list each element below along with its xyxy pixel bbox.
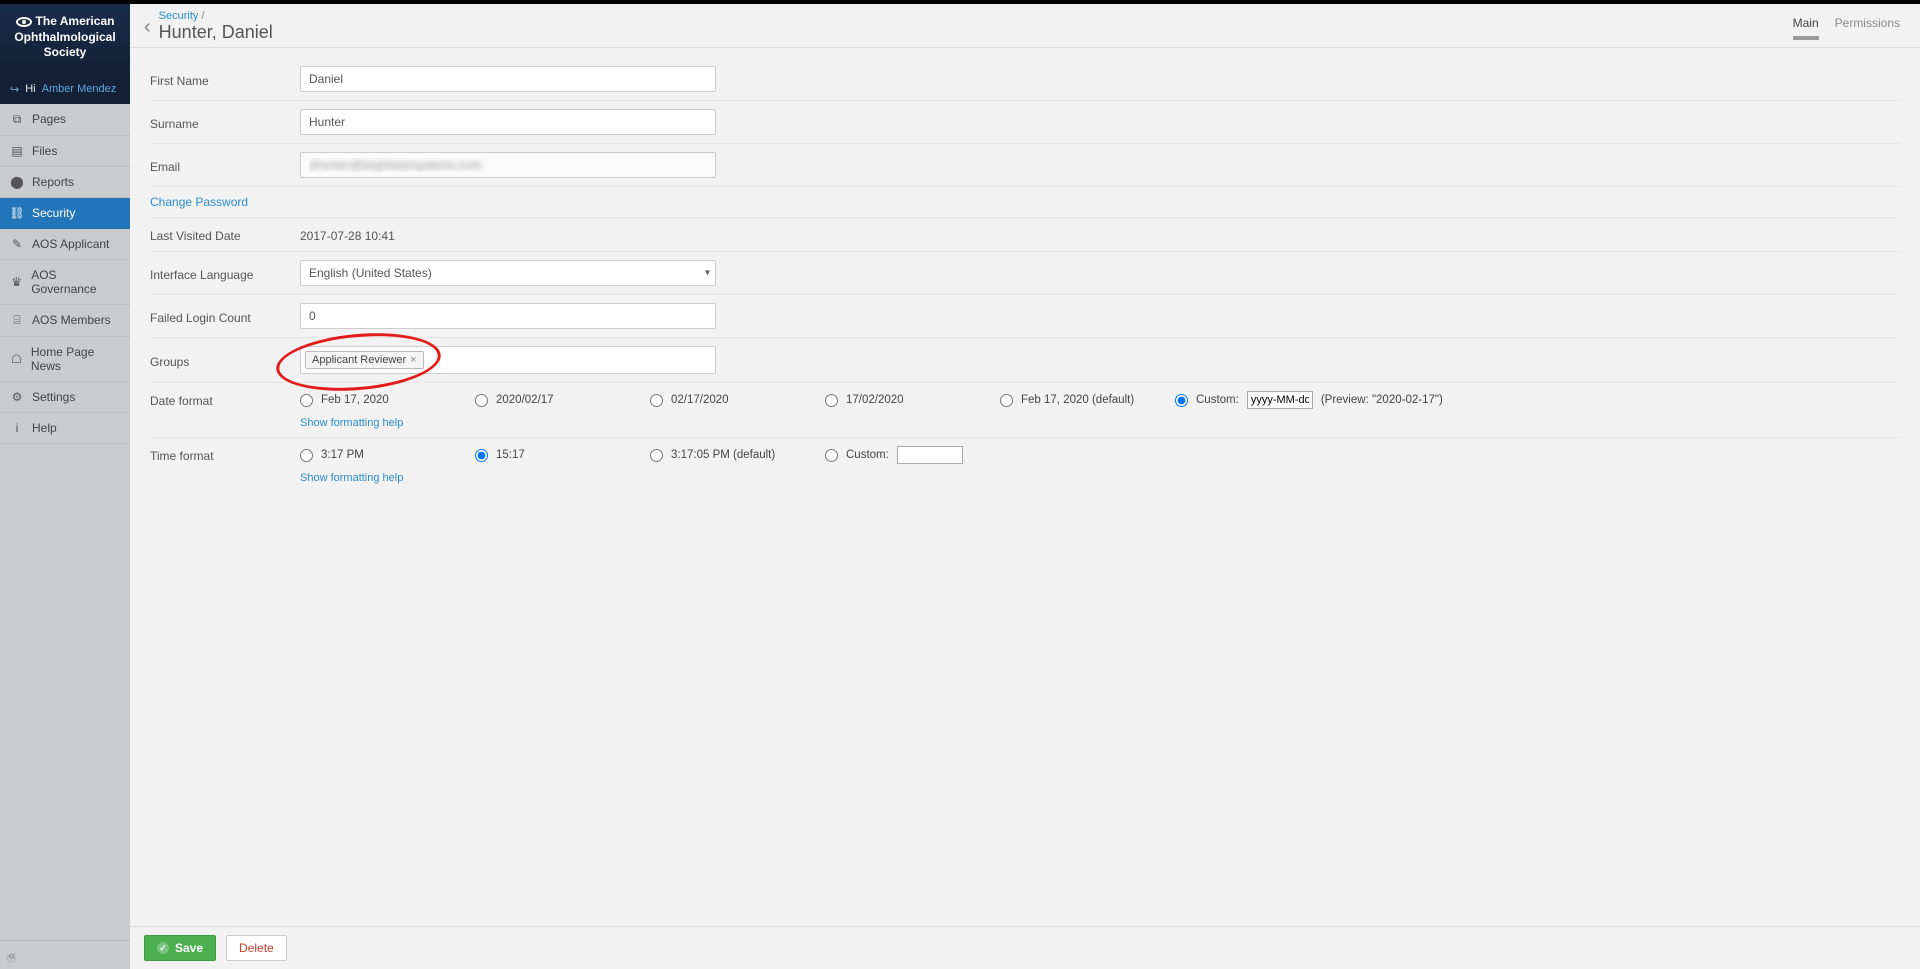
groups-field[interactable]: Applicant Reviewer × <box>300 346 716 374</box>
group-tag[interactable]: Applicant Reviewer × <box>305 351 424 369</box>
save-button-label: Save <box>175 941 203 955</box>
sidebar-item-label: Reports <box>32 175 74 189</box>
date-format-help-link[interactable]: Show formatting help <box>300 417 403 429</box>
page-header: ‹ Security / Hunter, Daniel Main Permiss… <box>130 4 1920 48</box>
brand-logo: The American Ophthalmological Society <box>0 4 130 75</box>
sidebar-item-help[interactable]: i Help <box>0 413 130 444</box>
failed-login-input[interactable] <box>300 303 716 329</box>
sidebar-item-label: Files <box>32 144 57 158</box>
tab-permissions[interactable]: Permissions <box>1835 16 1900 40</box>
sidebar-item-settings[interactable]: ⚙ Settings <box>0 382 130 413</box>
groups-label: Groups <box>150 352 300 369</box>
footer-bar: ✓ Save Delete <box>130 926 1920 969</box>
news-icon: ☖ <box>10 352 23 366</box>
members-icon: ⌸ <box>10 313 24 328</box>
email-input[interactable] <box>300 152 716 178</box>
sidebar-item-label: Settings <box>32 390 75 404</box>
sidebar: The American Ophthalmological Society ↪ … <box>0 4 130 969</box>
pages-icon: ⧉ <box>10 112 24 127</box>
sidebar-item-label: AOS Members <box>32 313 111 327</box>
last-visited-label: Last Visited Date <box>150 226 300 243</box>
sidebar-collapse-handle[interactable]: « <box>0 940 130 969</box>
breadcrumb: Security / <box>159 10 273 22</box>
sidebar-item-security[interactable]: ⛓ Security <box>0 198 130 229</box>
header-tabs: Main Permissions <box>1793 10 1900 40</box>
form-area: First Name Surname Email Change Password… <box>130 48 1920 926</box>
sidebar-item-label: Pages <box>32 112 66 126</box>
time-format-help-link[interactable]: Show formatting help <box>300 472 403 484</box>
sidebar-item-aos-members[interactable]: ⌸ AOS Members <box>0 305 130 337</box>
delete-button[interactable]: Delete <box>226 935 287 961</box>
time-format-label: Time format <box>150 446 300 463</box>
brand-line3: Society <box>6 45 124 61</box>
surname-input[interactable] <box>300 109 716 135</box>
sidebar-item-home-page-news[interactable]: ☖ Home Page News <box>0 337 130 382</box>
time-format-option-custom[interactable]: Custom: <box>825 446 1000 464</box>
user-greeting: Hi <box>25 83 35 95</box>
date-format-option-0[interactable]: Feb 17, 2020 <box>300 394 475 407</box>
date-format-preview: (Preview: "2020-02-17") <box>1321 394 1443 406</box>
date-format-option-custom[interactable]: Custom: (Preview: "2020-02-17") <box>1175 391 1900 409</box>
sidebar-item-reports[interactable]: ⬤ Reports <box>0 167 130 198</box>
security-icon: ⛓ <box>10 206 24 220</box>
interface-language-select[interactable] <box>300 260 716 286</box>
sidebar-item-pages[interactable]: ⧉ Pages <box>0 104 130 136</box>
sidebar-item-label: Help <box>32 421 57 435</box>
date-format-option-2[interactable]: 02/17/2020 <box>650 394 825 407</box>
save-button[interactable]: ✓ Save <box>144 935 216 961</box>
brand-line2: Ophthalmological <box>6 30 124 46</box>
reports-icon: ⬤ <box>10 175 24 189</box>
interface-language-label: Interface Language <box>150 265 300 282</box>
files-icon: ▤ <box>10 144 24 158</box>
settings-icon: ⚙ <box>10 390 24 404</box>
sidebar-item-label: Security <box>32 206 75 220</box>
sidebar-nav: ⧉ Pages ▤ Files ⬤ Reports ⛓ Security ✎ AOS Ap… <box>0 104 130 444</box>
date-format-option-3[interactable]: 17/02/2020 <box>825 394 1000 407</box>
time-format-options: 3:17 PM 15:17 3:17:05 PM (default) Custo… <box>300 446 1900 464</box>
delete-button-label: Delete <box>239 941 274 955</box>
date-format-options: Feb 17, 2020 2020/02/17 02/17/2020 17/02… <box>300 391 1900 409</box>
date-format-custom-input[interactable] <box>1247 391 1313 409</box>
date-format-option-4[interactable]: Feb 17, 2020 (default) <box>1000 394 1175 407</box>
email-label: Email <box>150 157 300 174</box>
help-icon: i <box>10 421 24 435</box>
change-password-link[interactable]: Change Password <box>150 195 248 209</box>
sidebar-item-files[interactable]: ▤ Files <box>0 136 130 167</box>
brand-line1: The American <box>36 14 115 28</box>
sidebar-item-aos-governance[interactable]: ♛ AOS Governance <box>0 260 130 305</box>
failed-login-label: Failed Login Count <box>150 308 300 325</box>
breadcrumb-root[interactable]: Security <box>159 10 199 22</box>
sidebar-item-label: Home Page News <box>31 345 120 373</box>
sidebar-item-label: AOS Applicant <box>32 237 109 251</box>
sidebar-item-aos-applicant[interactable]: ✎ AOS Applicant <box>0 229 130 260</box>
sidebar-item-label: AOS Governance <box>31 268 120 296</box>
remove-tag-icon[interactable]: × <box>410 354 416 366</box>
group-tag-label: Applicant Reviewer <box>312 354 406 366</box>
first-name-input[interactable] <box>300 66 716 92</box>
tab-main[interactable]: Main <box>1793 16 1819 40</box>
time-format-option-2[interactable]: 3:17:05 PM (default) <box>650 449 825 462</box>
time-format-option-1[interactable]: 15:17 <box>475 449 650 462</box>
surname-label: Surname <box>150 114 300 131</box>
time-format-custom-input[interactable] <box>897 446 963 464</box>
last-visited-value: 2017-07-28 10:41 <box>300 226 395 243</box>
check-icon: ✓ <box>157 942 169 954</box>
eye-icon <box>16 17 32 27</box>
breadcrumb-sep: / <box>201 10 204 22</box>
date-format-option-1[interactable]: 2020/02/17 <box>475 394 650 407</box>
loading-spinner-icon <box>6 953 16 963</box>
page-title: Hunter, Daniel <box>159 22 273 43</box>
user-name[interactable]: Amber Mendez <box>42 83 117 95</box>
back-chevron-icon[interactable]: ‹ <box>144 10 151 39</box>
date-format-label: Date format <box>150 391 300 408</box>
user-row[interactable]: ↪ Hi Amber Mendez <box>0 75 130 104</box>
first-name-label: First Name <box>150 71 300 88</box>
governance-icon: ♛ <box>10 275 23 289</box>
applicant-icon: ✎ <box>10 237 24 251</box>
logout-icon[interactable]: ↪ <box>10 83 19 96</box>
time-format-option-0[interactable]: 3:17 PM <box>300 449 475 462</box>
